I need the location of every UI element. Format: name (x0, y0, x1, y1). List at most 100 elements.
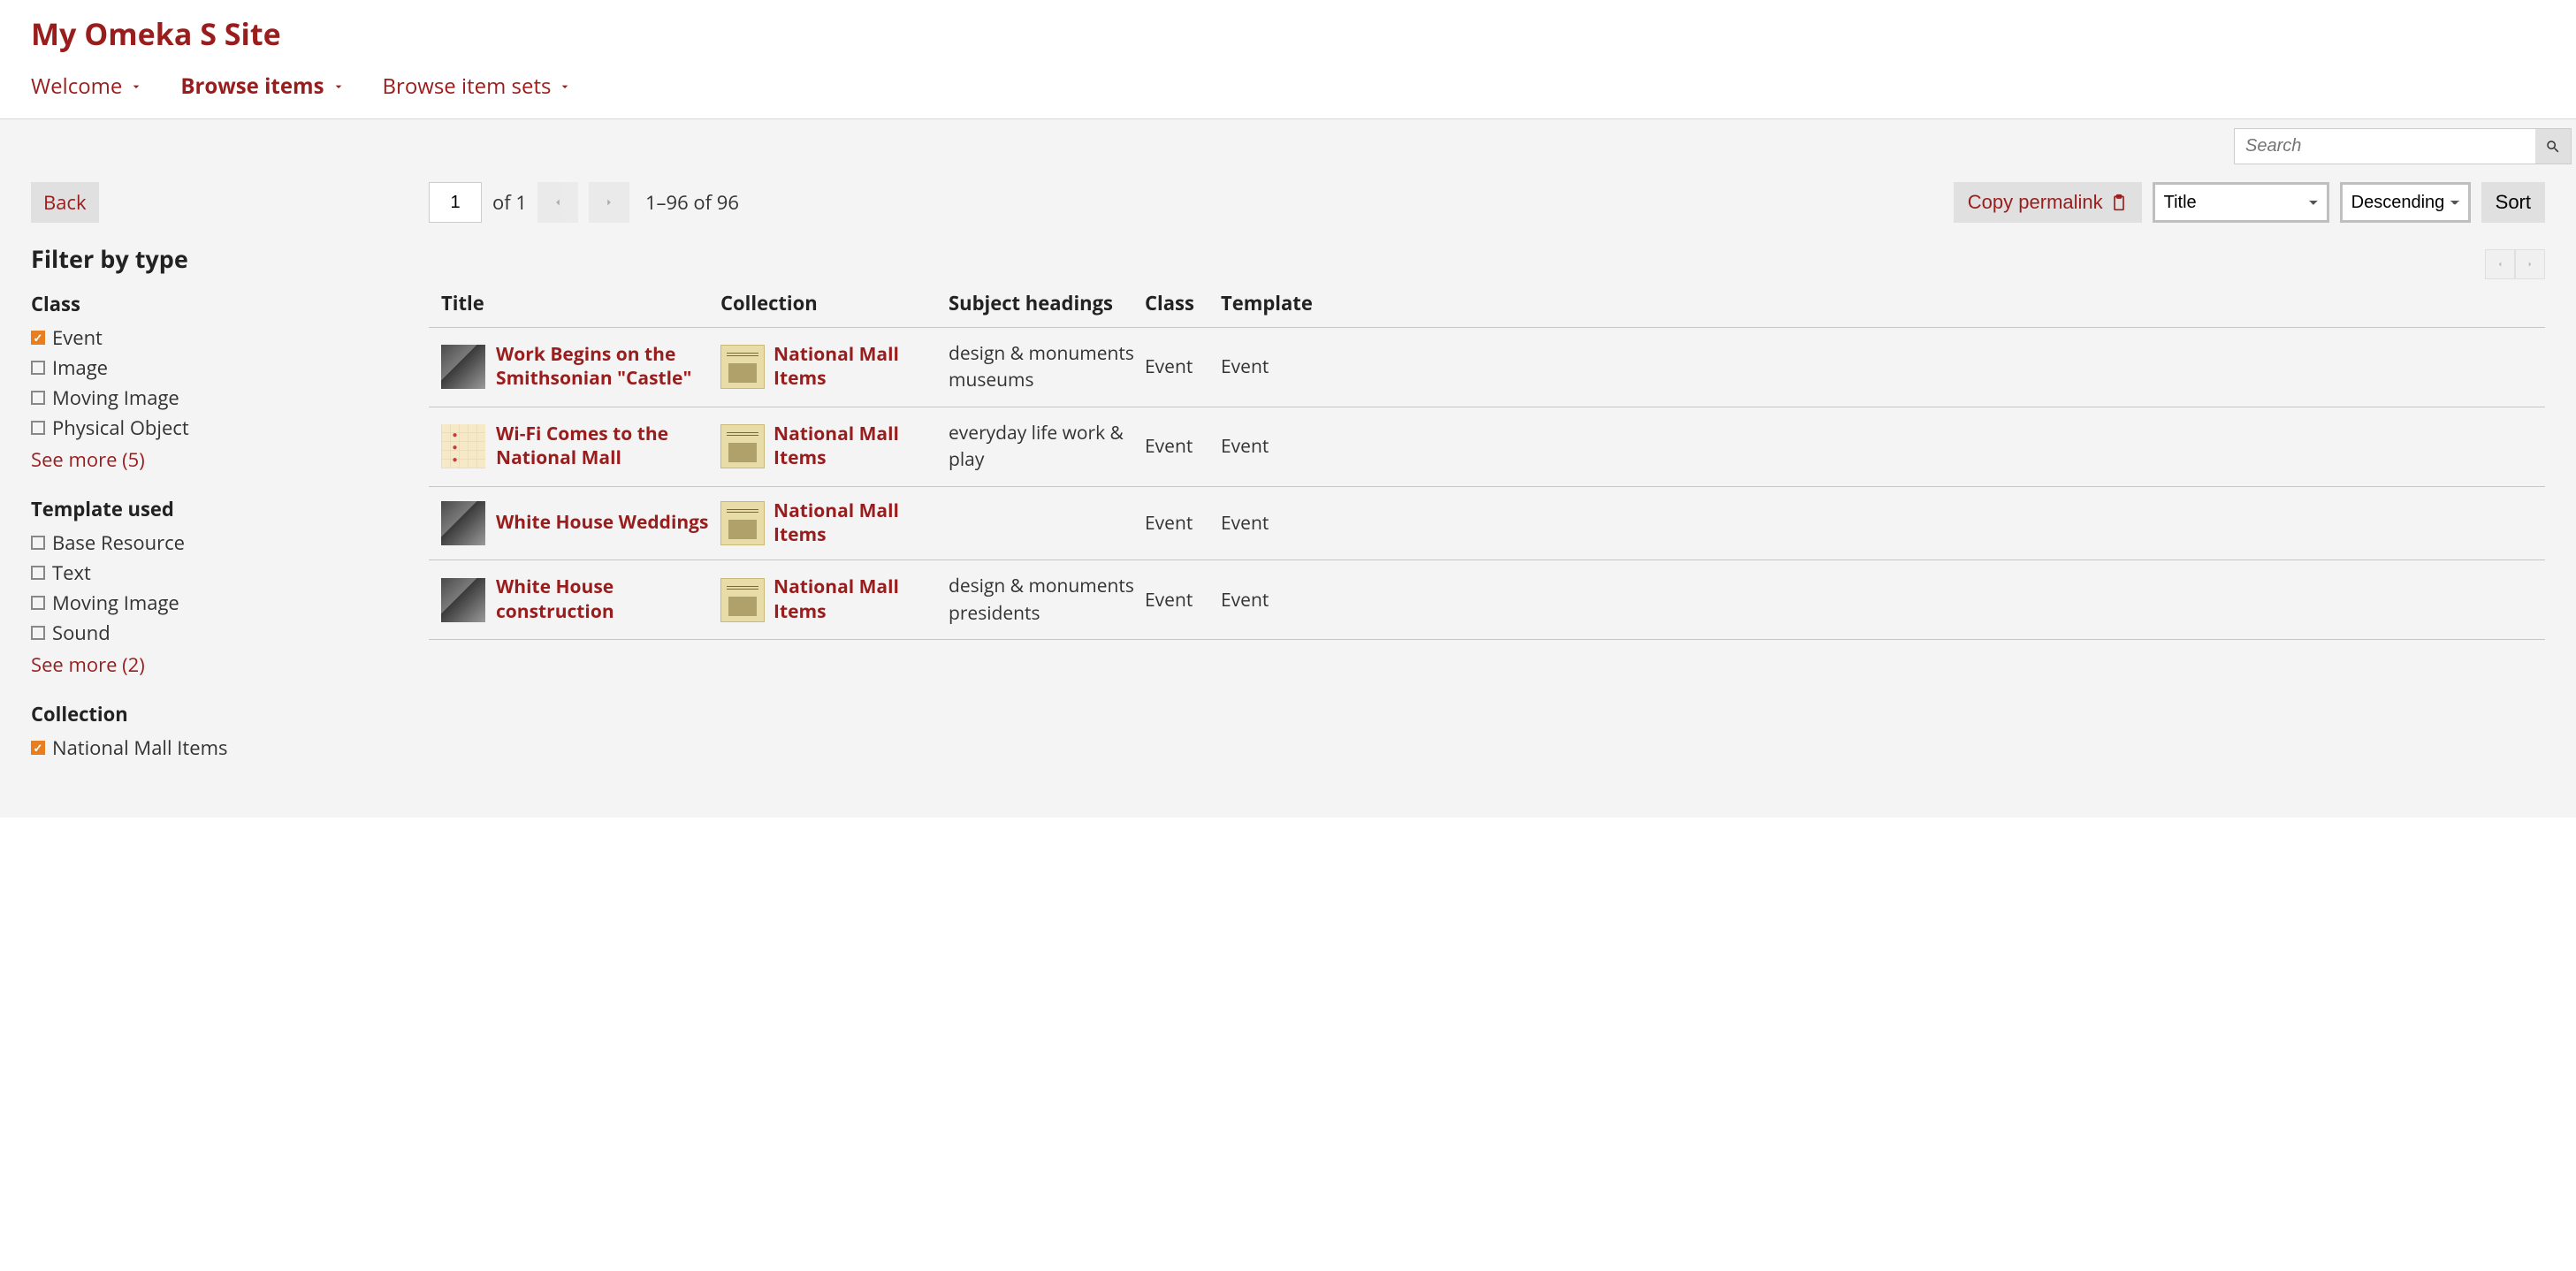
item-thumbnail[interactable] (441, 501, 485, 545)
mini-prev-button[interactable] (2485, 249, 2515, 279)
cell-template: Event (1221, 588, 2545, 613)
checkbox[interactable] (31, 626, 45, 640)
mini-next-button[interactable] (2515, 249, 2545, 279)
filter-option[interactable]: Image (31, 353, 393, 383)
cell-collection: National Mall Items (720, 422, 949, 471)
copy-permalink-button[interactable]: Copy permalink (1954, 182, 2142, 223)
see-more-link[interactable]: See more (5) (31, 443, 393, 476)
filter-option[interactable]: Base Resource (31, 528, 393, 558)
cell-class: Event (1145, 588, 1221, 613)
collection-thumbnail[interactable] (720, 345, 765, 389)
sort-by-select[interactable]: Title (2153, 182, 2329, 223)
item-title-link[interactable]: White House construction (496, 575, 712, 624)
filter-option-label: Base Resource (52, 529, 185, 556)
back-button[interactable]: Back (31, 182, 99, 223)
cell-collection: National Mall Items (720, 575, 949, 624)
filter-option[interactable]: Moving Image (31, 588, 393, 618)
collection-link[interactable]: National Mall Items (774, 343, 940, 392)
table-row: Work Begins on the Smithsonian "Castle" N… (429, 328, 2545, 407)
filter-group-label: Class (31, 291, 393, 317)
see-more-link[interactable]: See more (2) (31, 648, 393, 681)
collection-thumbnail[interactable] (720, 578, 765, 622)
collection-thumbnail[interactable] (720, 501, 765, 545)
filter-option[interactable]: Text (31, 558, 393, 588)
col-collection: Collection (720, 290, 949, 316)
mini-pager (429, 249, 2545, 279)
checkbox[interactable] (31, 391, 45, 405)
checkbox[interactable] (31, 536, 45, 550)
filter-group-label: Template used (31, 496, 393, 522)
nav-item[interactable]: Browse items (180, 72, 345, 101)
cell-subject: design & monuments presidents (949, 573, 1145, 627)
results-range: 1–96 of 96 (645, 189, 739, 216)
filter-option-label: Physical Object (52, 415, 189, 441)
chevron-right-icon (2526, 260, 2534, 269)
cell-title: Work Begins on the Smithsonian "Castle" (429, 343, 720, 392)
prev-page-button[interactable] (537, 182, 578, 223)
checkbox[interactable] (31, 596, 45, 610)
collection-link[interactable]: National Mall Items (774, 499, 940, 548)
checkbox[interactable] (31, 361, 45, 375)
cell-title: Wi-Fi Comes to the National Mall (429, 422, 720, 471)
chevron-left-icon (2496, 260, 2504, 269)
item-title-link[interactable]: Wi-Fi Comes to the National Mall (496, 422, 712, 471)
filter-option[interactable]: Physical Object (31, 413, 393, 443)
table-row: White House construction National Mall It… (429, 560, 2545, 640)
collection-thumbnail[interactable] (720, 424, 765, 468)
col-title: Title (429, 290, 720, 316)
chevron-right-icon (603, 196, 615, 209)
nav-label: Browse item sets (383, 72, 552, 101)
filter-heading: Filter by type (31, 242, 393, 275)
filter-option[interactable]: Moving Image (31, 383, 393, 413)
checkbox[interactable] (31, 741, 45, 755)
filter-option-label: Moving Image (52, 590, 179, 616)
checkbox[interactable] (31, 331, 45, 345)
chevron-down-icon (558, 80, 572, 94)
checkbox[interactable] (31, 421, 45, 435)
collection-link[interactable]: National Mall Items (774, 422, 940, 471)
filter-group: Collection National Mall Items (31, 701, 393, 763)
search-icon (2545, 139, 2561, 155)
sort-direction-select[interactable]: Descending (2340, 182, 2471, 223)
copy-permalink-label: Copy permalink (1968, 191, 2103, 214)
page-number-input[interactable] (429, 182, 482, 223)
item-thumbnail[interactable] (441, 424, 485, 468)
filter-option-label: Image (52, 354, 108, 381)
search-button[interactable] (2535, 129, 2571, 164)
main-nav: Welcome Browse items Browse item sets (31, 72, 2545, 101)
filter-option[interactable]: National Mall Items (31, 733, 393, 763)
item-thumbnail[interactable] (441, 578, 485, 622)
results-panel: of 1 1–96 of 96 Copy permalink Title Des… (429, 182, 2545, 640)
cell-template: Event (1221, 511, 2545, 536)
site-title[interactable]: My Omeka S Site (31, 13, 2545, 54)
nav-item[interactable]: Browse item sets (383, 72, 573, 101)
col-subject: Subject headings (949, 290, 1145, 316)
page-of-label: of 1 (492, 189, 527, 216)
filter-group-label: Collection (31, 701, 393, 727)
cell-subject: design & monuments museums (949, 340, 1145, 394)
chevron-down-icon (332, 80, 346, 94)
item-thumbnail[interactable] (441, 345, 485, 389)
col-class: Class (1145, 290, 1221, 316)
filter-option-label: Moving Image (52, 384, 179, 411)
cell-subject: everyday life work & play (949, 420, 1145, 474)
filter-group: Template used Base ResourceTextMoving Ima… (31, 496, 393, 681)
nav-item[interactable]: Welcome (31, 72, 143, 101)
search-input[interactable] (2235, 129, 2535, 164)
checkbox[interactable] (31, 566, 45, 580)
table-row: White House Weddings National Mall Items E… (429, 487, 2545, 561)
sort-button[interactable]: Sort (2481, 182, 2545, 223)
cell-class: Event (1145, 354, 1221, 379)
item-title-link[interactable]: White House Weddings (496, 511, 708, 535)
item-title-link[interactable]: Work Begins on the Smithsonian "Castle" (496, 343, 712, 392)
filter-option[interactable]: Sound (31, 618, 393, 648)
next-page-button[interactable] (589, 182, 629, 223)
filter-option-label: Sound (52, 620, 111, 646)
filter-option[interactable]: Event (31, 323, 393, 353)
col-template: Template (1221, 290, 2545, 316)
filter-option-label: Event (52, 324, 103, 351)
results-toolbar: of 1 1–96 of 96 Copy permalink Title Des… (429, 182, 2545, 223)
collection-link[interactable]: National Mall Items (774, 575, 940, 624)
filter-sidebar: Back Filter by type Class Event Image Movin… (31, 182, 393, 782)
cell-title: White House Weddings (429, 501, 720, 545)
